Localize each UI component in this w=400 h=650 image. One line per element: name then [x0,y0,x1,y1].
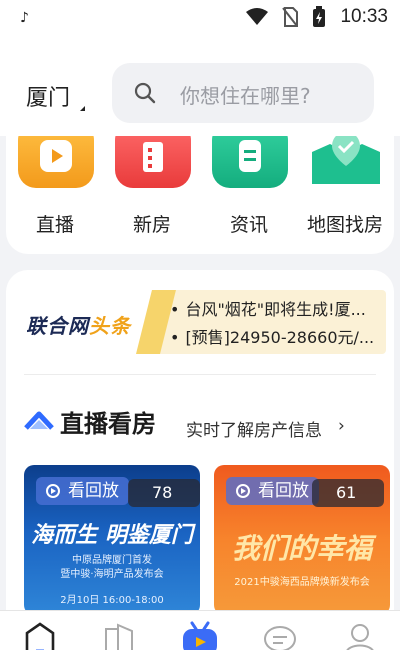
search-placeholder: 你想住在哪里? [180,84,311,108]
menu-item-live[interactable]: 直播 [10,136,100,254]
menu-label: 地图找房 [306,214,383,236]
video-play-icon [18,136,94,188]
live-card-title: 我们的幸福 [231,532,372,565]
city-caret-icon[interactable] [80,106,85,111]
headline-logo: 联合网头条 [26,310,131,339]
menu-item-news[interactable]: 资讯 [204,136,294,254]
live-card-time: 2月10日 16:00-18:00 [60,595,164,606]
building-icon [115,136,191,188]
tab-profile[interactable] [342,621,382,650]
live-card[interactable]: 看回放 78 海而生 明鉴厦门 中原品牌厦门首发 暨中骏·海明产品发布会 2月1… [24,465,200,615]
map-pin-icon [308,136,384,188]
clock-time: 10:33 [340,6,388,27]
tiktok-icon: ♪ [20,10,29,26]
live-card-subtitle: 暨中骏·海明产品发布会 [60,569,164,580]
status-bar: ♪ 10:33 [0,0,400,36]
search-bar[interactable]: 你想住在哪里? [112,63,374,123]
live-section-icon [24,411,54,430]
headline-logo-accent: 头条 [89,314,131,338]
no-sim-icon [282,7,299,27]
replay-badge: 看回放 [226,477,319,505]
tv-play-icon [183,621,217,650]
tab-building[interactable] [102,621,142,650]
live-card-subtitle: 2021中骏海西品牌焕新发布会 [234,577,370,588]
section-more-link[interactable]: 实时了解房产信息 [186,416,322,441]
live-card-subtitle: 中原品牌厦门首发 [72,555,152,566]
user-icon [346,624,374,650]
headline-logo-main: 联合网 [26,314,89,338]
wifi-icon [246,8,269,25]
battery-charging-icon [313,6,326,27]
view-count: 78 [128,479,200,507]
content-card: 联合网头条 台风"烟花"即将生成!厦... [预售]24950-28660元/.… [6,270,394,650]
news-icon [212,136,288,188]
tab-live[interactable] [180,621,220,650]
live-card[interactable]: 看回放 61 我们的幸福 2021中骏海西品牌焕新发布会 [214,465,390,615]
menu-item-new-house[interactable]: 新房 [107,136,197,254]
section-title: 直播看房 [60,410,156,438]
divider [24,374,376,375]
home-icon [25,622,55,650]
quick-menu: 直播 新房 资讯 地图找房 [6,136,394,254]
header: 厦门 你想住在哪里? [0,36,400,136]
headline-ticker[interactable]: 台风"烟花"即将生成!厦... [预售]24950-28660元/... [156,290,386,354]
replay-badge: 看回放 [36,477,129,505]
menu-item-map-search[interactable]: 地图找房 [300,136,390,254]
live-card-title: 海而生 明鉴厦门 [31,523,193,548]
badge-label: 看回放 [258,481,309,501]
bottom-tab-bar [0,610,400,650]
badge-label: 看回放 [68,481,119,501]
city-selector[interactable]: 厦门 [26,80,70,112]
view-count: 61 [312,479,384,507]
headline-item[interactable]: 台风"烟花"即将生成!厦... [170,296,365,320]
play-circle-icon [236,484,250,498]
chat-icon [264,626,296,650]
search-icon [134,82,156,104]
tab-home[interactable] [22,621,62,650]
tab-message[interactable] [262,621,302,650]
menu-label: 资讯 [229,214,268,236]
menu-label: 新房 [132,214,171,236]
chevron-right-icon[interactable]: › [338,416,345,436]
play-circle-icon [46,484,60,498]
building-outline-icon [105,623,133,650]
headline-item[interactable]: [预售]24950-28660元/... [170,324,374,348]
menu-label: 直播 [35,214,74,236]
